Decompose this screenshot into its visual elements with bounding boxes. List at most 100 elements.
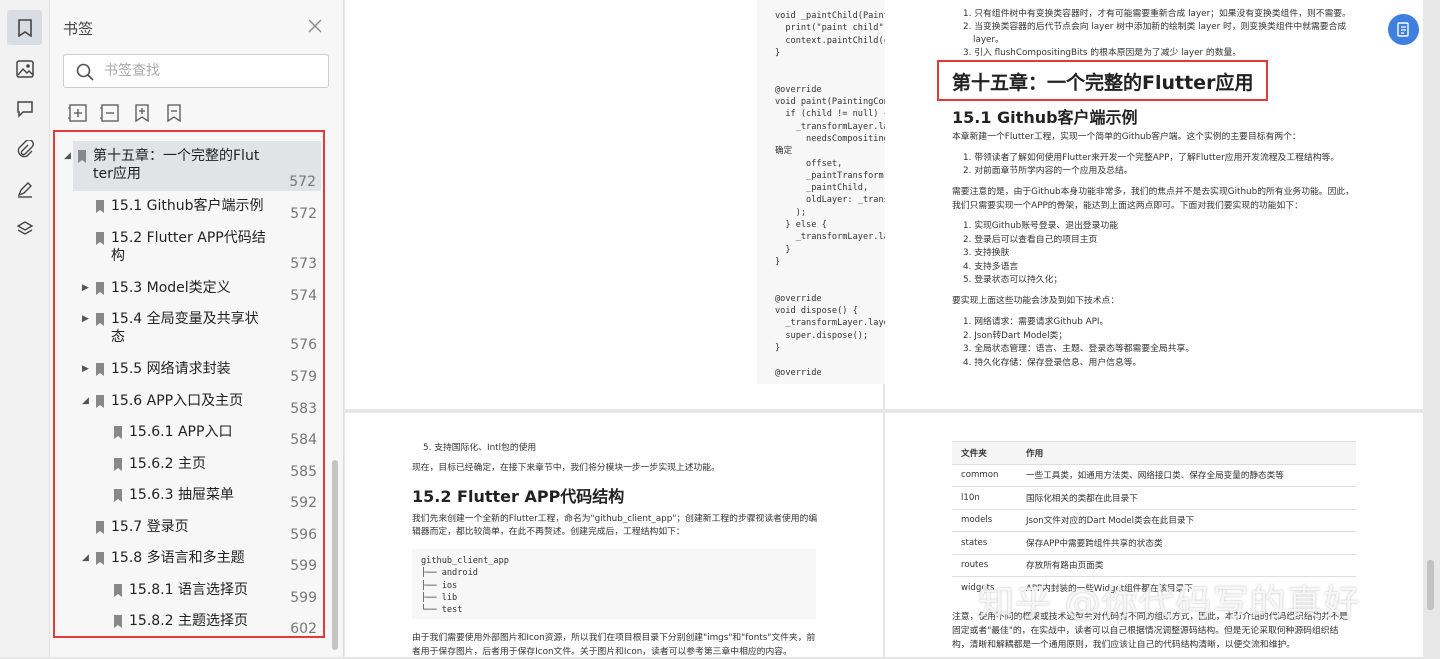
translate-button[interactable] (1388, 14, 1419, 45)
list-item: layer。 (973, 35, 1004, 45)
bookmark-item[interactable]: ▶ 15.4 全局变量及共享状态 576 (55, 304, 323, 354)
list-item: 5. 支持国际化、Intl包的使用 (423, 443, 537, 453)
bookmark-label-line: 构 (111, 247, 125, 264)
list-item: 1. 实现Github账号登录、退出登录功能 (963, 221, 1118, 231)
bookmark-item[interactable]: 15.6.3 抽屉菜单 592 (55, 480, 323, 512)
comment-icon[interactable] (7, 91, 42, 126)
panel-scrollbar[interactable] (332, 460, 338, 650)
bookmark-label-line: 态 (111, 329, 125, 345)
bookmark-label-line: 15.1 Github客户端示例 (111, 198, 264, 214)
table-header: 文件夹 (952, 441, 1017, 464)
bookmark-page-number: 583 (290, 400, 317, 417)
bookmark-item[interactable]: ◢ 15.8 多语言和多主题 599 (55, 543, 323, 575)
collapse-arrow-icon[interactable]: ◢ (82, 396, 89, 406)
bookmark-icon (78, 150, 86, 163)
paragraph: 辑器而定，都比较简单，在此不再赘述。创建完成后，工程结构如下： (412, 527, 685, 537)
table-header: 作用 (1017, 441, 1356, 464)
add-bookmark-icon[interactable] (132, 103, 152, 123)
table-cell: 保存APP中需要跨组件共享的状态类 (1017, 531, 1356, 554)
table-row: common 一些工具类，如通用方法类、网络接口类、保存全局变量的静态类等 (952, 463, 1356, 487)
bookmark-label-line: 15.8.2 主题选择页 (129, 613, 248, 629)
bookmark-outline-icon[interactable] (164, 103, 184, 123)
bookmark-label: 15.8.1 语言选择页 (129, 581, 248, 599)
list-item: 5. 登录状态可以持久化； (963, 275, 1063, 285)
list-item: 2. 登录后可以查看自己的项目主页 (963, 234, 1098, 245)
bookmark-item[interactable]: 15.2 Flutter APP代码结构 573 (55, 223, 323, 273)
bookmark-label-line: 15.4 全局变量及共享状 (111, 311, 259, 327)
expand-arrow-icon[interactable]: ▶ (82, 364, 89, 374)
bookmark-page-number: 572 (290, 206, 317, 222)
bookmark-label-line: 15.3 Model类定义 (111, 279, 231, 296)
document-icon (1396, 21, 1409, 37)
bookmark-item[interactable]: 15.7 登录页 596 (55, 512, 323, 544)
bookmark-label-line: 15.6.2 主页 (129, 455, 206, 472)
section-title: 15.2 Flutter APP代码结构 (412, 487, 625, 506)
bookmark-label: 15.6 APP入口及主页 (111, 392, 243, 410)
expand-arrow-icon[interactable]: ▶ (82, 283, 89, 293)
bookmark-icon (96, 281, 104, 295)
bookmark-page-number: 602 (290, 621, 317, 637)
bookmark-icon[interactable] (7, 10, 42, 45)
bookmark-label-line: 第十五章：一个完整的Flut (93, 148, 260, 164)
bookmark-item[interactable]: 15.8.2 主题选择页 602 (55, 606, 323, 637)
collapse-arrow-icon[interactable]: ◢ (82, 553, 89, 563)
bookmark-label: 15.4 全局变量及共享状态 (111, 310, 259, 346)
panel-title: 书签 (63, 20, 94, 38)
attachment-icon[interactable] (7, 131, 42, 166)
code-block: github_client_app ├── android ├── ios ├─… (412, 549, 816, 619)
bookmark-search-input[interactable] (104, 61, 314, 81)
bookmark-page-number: 592 (290, 495, 317, 511)
paragraph: 构，清晰和解耦都是一个通用原则，我们应该让自己的代码结构清晰，以便交流和维护。 (952, 640, 1296, 650)
paragraph: 我们只需要实现一个APP的骨架，能达到上面这两点即可。下面对我们要实现的功能如下… (952, 201, 1303, 211)
bookmark-label: 15.2 Flutter APP代码结构 (111, 229, 266, 265)
expand-all-icon[interactable] (68, 103, 88, 123)
bookmark-page-number: 599 (290, 558, 317, 574)
paragraph: 者用于保存图片，后者用于保存Icon文件。关于图片和Icon，读者可以参考第三章… (412, 647, 792, 657)
bookmark-page-number: 574 (290, 287, 317, 304)
close-icon[interactable] (307, 18, 323, 34)
bookmark-label: 15.3 Model类定义 (111, 279, 231, 297)
bookmark-panel: 书签 ◢第十五章：一个完整的Flutter应用57215.1 Github客户端… (50, 0, 344, 657)
bookmark-icon (96, 200, 104, 213)
bookmark-icon (114, 583, 122, 597)
bookmark-item[interactable]: ▶ 15.5 网络请求封装 579 (55, 354, 323, 386)
expand-arrow-icon[interactable]: ▶ (82, 314, 89, 324)
bookmark-item[interactable]: ▶ 15.3 Model类定义 574 (55, 273, 323, 305)
bookmark-label: 15.8.2 主题选择页 (129, 612, 248, 630)
bookmark-label: 15.1 Github客户端示例 (111, 197, 263, 215)
layers-icon[interactable] (7, 211, 42, 246)
document-page-2: 第十五章：一个完整的Flutter应用 15.1 Github客户端示例 本章新… (885, 0, 1423, 409)
signature-icon[interactable] (7, 171, 42, 206)
paragraph: 我们先来创建一个全新的Flutter工程，命名为"github_client_a… (412, 514, 818, 524)
bookmark-icon (96, 363, 104, 376)
project-tree: github_client_app ├── android ├── ios ├─… (421, 556, 509, 616)
bookmark-item[interactable]: 15.1 Github客户端示例 572 (55, 191, 323, 223)
collapse-all-icon[interactable] (100, 103, 120, 123)
bookmark-item[interactable]: 15.6.2 主页 585 (55, 449, 323, 481)
bookmark-label-line: 15.6.1 APP入口 (129, 424, 233, 440)
search-icon (76, 63, 94, 81)
list-item: 1. 网络请求：需要请求Github API。 (963, 317, 1109, 327)
bookmark-item[interactable]: 15.6.1 APP入口 584 (55, 417, 323, 449)
document-scrollbar[interactable] (1427, 560, 1434, 610)
bookmark-label-line: 15.6.3 抽屉菜单 (129, 487, 234, 503)
document-page-1: void _paintChild(PaintingContext context… (345, 0, 1180, 409)
paragraph: 固定或者"最佳"的，在实战中，读者可以自己根据情况调整源码结构。但是无论采取何种… (952, 626, 1339, 636)
bookmark-page-number: 576 (290, 337, 317, 353)
image-icon[interactable] (7, 51, 42, 86)
bookmark-item[interactable]: ◢ 15.6 APP入口及主页 583 (55, 386, 323, 418)
bookmark-icon (114, 615, 122, 628)
paragraph: 由于我们需要使用外部图片和Icon资源，所以我们在项目根目录下分别创建"imgs… (412, 633, 816, 643)
table-cell: common (952, 463, 1017, 487)
list-item: 2. 当变换类容器的后代节点会向 layer 树中添加新的绘制类 layer 时… (963, 22, 1347, 32)
bookmark-label-line: 15.8.1 语言选择页 (129, 581, 248, 598)
section-title: 15.1 Github客户端示例 (952, 108, 1138, 127)
bookmark-label-line: 15.6 APP入口及主页 (111, 392, 244, 409)
bookmark-search (63, 54, 329, 88)
bookmark-label: 15.6.1 APP入口 (129, 423, 232, 441)
watermark: 知乎 @你代码写的真好 (978, 583, 1361, 624)
list-item: 4. 持久化存储：保存登录信息、用户信息等。 (963, 357, 1142, 368)
bookmark-item[interactable]: 15.8.1 语言选择页 599 (55, 575, 323, 607)
bookmark-item[interactable]: ◢ 第十五章：一个完整的Flut ter应用 572 (64, 141, 321, 191)
collapse-arrow-icon[interactable]: ◢ (64, 151, 71, 161)
